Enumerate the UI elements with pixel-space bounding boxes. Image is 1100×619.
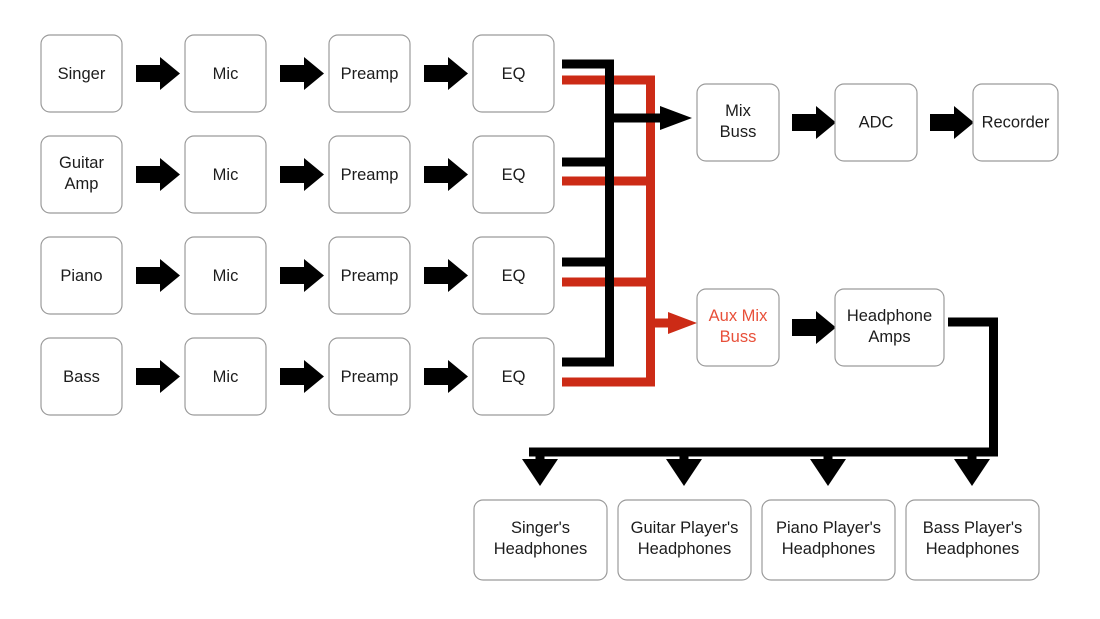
channel-row-guitar-amp: Guitar Amp Mic Preamp EQ (40, 135, 555, 214)
arrow-mic-to-preamp-4 (280, 360, 324, 393)
arrow-preamp-to-eq-4 (424, 360, 468, 393)
arrow-guitar-to-mic (136, 158, 180, 191)
headphone-boxes: Singer's Headphones Guitar Player's Headph… (473, 499, 1040, 581)
node-mic-4-label: Mic (213, 368, 239, 386)
node-mic-1-label: Mic (213, 65, 239, 83)
arrow-mic-to-preamp-2 (280, 158, 324, 191)
arrow-preamp-to-eq-3 (424, 259, 468, 292)
node-preamp-2-label: Preamp (341, 166, 399, 184)
diagram-canvas: Singer Mic Preamp EQ Guitar Amp Mic Pream… (40, 34, 1059, 581)
arrow-aux-mix-buss-to-headphone-amps (792, 311, 836, 344)
arrow-piano-to-mic (136, 259, 180, 292)
node-eq-2-label: EQ (502, 166, 526, 184)
arrow-preamp-to-eq-1 (424, 57, 468, 90)
signal-flow-diagram: Singer Mic Preamp EQ Guitar Amp Mic Pream… (0, 0, 1100, 619)
channel-row-singer: Singer Mic Preamp EQ (40, 34, 555, 113)
main-output-chain: Mix Buss ADC Recorder (696, 83, 1059, 162)
arrow-mic-to-preamp-3 (280, 259, 324, 292)
node-eq-4-label: EQ (502, 368, 526, 386)
node-singer-label: Singer (58, 65, 106, 83)
arrow-mic-to-preamp-1 (280, 57, 324, 90)
channel-row-bass: Bass Mic Preamp EQ (40, 337, 555, 416)
node-preamp-4-label: Preamp (341, 368, 399, 386)
node-eq-1-label: EQ (502, 65, 526, 83)
node-recorder-label: Recorder (982, 113, 1050, 131)
aux-output-chain: Aux Mix Buss Headphone Amps (696, 288, 945, 367)
node-bass-label: Bass (63, 368, 100, 386)
node-mic-2-label: Mic (213, 166, 239, 184)
aux-bus-red-wiring (562, 75, 697, 387)
node-adc-label: ADC (859, 113, 894, 131)
arrow-singer-to-mic (136, 57, 180, 90)
node-preamp-1-label: Preamp (341, 65, 399, 83)
arrowhead-to-bass-players-headphones (954, 459, 990, 486)
arrowhead-to-guitar-players-headphones (666, 459, 702, 486)
arrowhead-to-singers-headphones (522, 459, 558, 486)
node-piano-label: Piano (60, 267, 102, 285)
arrowhead-to-mix-buss (660, 106, 692, 130)
arrowhead-to-piano-players-headphones (810, 459, 846, 486)
node-mic-3-label: Mic (213, 267, 239, 285)
node-eq-3-label: EQ (502, 267, 526, 285)
arrow-bass-to-mic (136, 360, 180, 393)
arrow-mix-buss-to-adc (792, 106, 836, 139)
channel-row-piano: Piano Mic Preamp EQ (40, 236, 555, 315)
arrow-adc-to-recorder (930, 106, 974, 139)
node-preamp-3-label: Preamp (341, 267, 399, 285)
arrowhead-to-aux-mix-buss (668, 312, 697, 334)
arrow-preamp-to-eq-2 (424, 158, 468, 191)
